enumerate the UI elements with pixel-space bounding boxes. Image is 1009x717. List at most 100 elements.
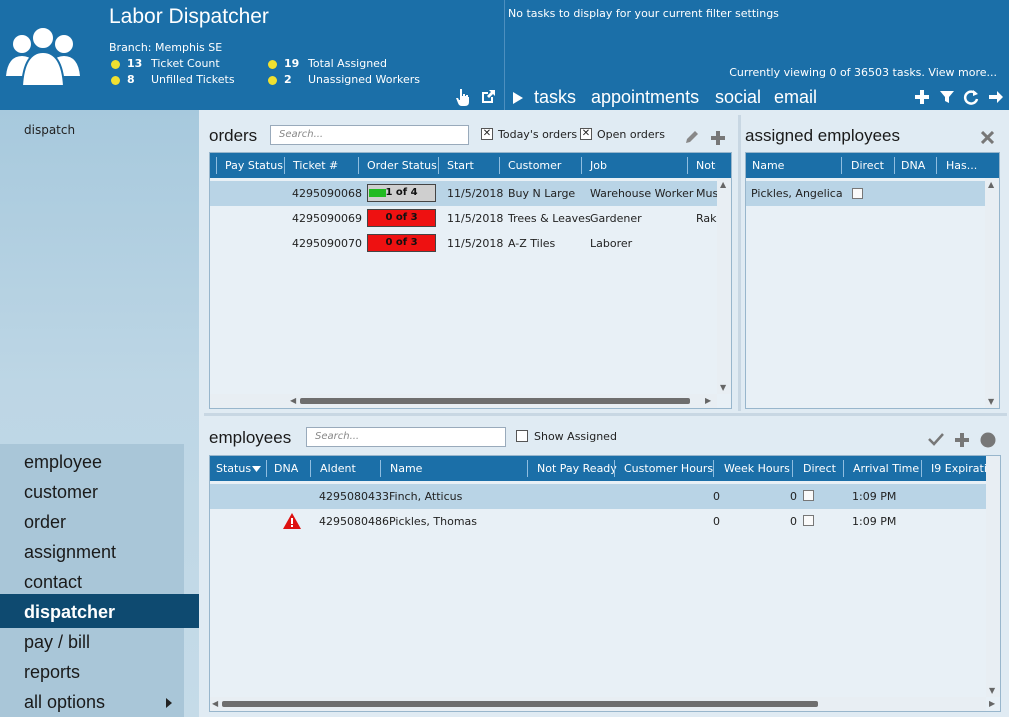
- employees-horizontal-scrollbar[interactable]: ◀: [210, 697, 986, 711]
- col-ticket[interactable]: Ticket #: [293, 159, 338, 172]
- column-divider: [358, 157, 359, 174]
- cell-start: 11/5/2018: [447, 212, 504, 225]
- employees-search-input[interactable]: Search...: [306, 427, 506, 447]
- section-divider: [204, 413, 1007, 416]
- col-dna[interactable]: DNA: [901, 159, 925, 172]
- sidebar-link-dispatch[interactable]: dispatch: [24, 123, 75, 137]
- nav-item-order[interactable]: order: [24, 512, 66, 533]
- orders-vertical-scrollbar[interactable]: ▲ ▼: [717, 178, 731, 394]
- table-row[interactable]: 4295080486 Pickles, Thomas 0 0 1:09 PM: [210, 509, 986, 534]
- scroll-left-icon[interactable]: ◀: [212, 699, 218, 708]
- add-order-icon[interactable]: [711, 131, 725, 145]
- view-more-link[interactable]: Currently viewing 0 of 36503 tasks. View…: [729, 66, 997, 79]
- nav-item-reports[interactable]: reports: [24, 662, 80, 683]
- direct-checkbox[interactable]: [803, 515, 814, 526]
- scroll-right-icon[interactable]: ▶: [705, 396, 711, 405]
- col-aident[interactable]: AIdent: [320, 462, 356, 475]
- direct-checkbox[interactable]: [803, 490, 814, 501]
- col-status[interactable]: Status: [216, 462, 251, 475]
- add-employee-icon[interactable]: [955, 433, 969, 447]
- scroll-up-icon[interactable]: ▲: [988, 180, 994, 189]
- employees-table-header: Status DNA AIdent Name Not Pay Ready Cus…: [210, 456, 986, 481]
- nav-item-customer[interactable]: customer: [24, 482, 98, 503]
- scroll-down-icon[interactable]: ▼: [989, 686, 995, 695]
- tab-social[interactable]: social: [715, 87, 761, 108]
- orders-horizontal-scrollbar[interactable]: ◀ ▶: [210, 394, 717, 408]
- tab-appointments[interactable]: appointments: [591, 87, 699, 108]
- employees-vertical-scrollbar[interactable]: ▼: [986, 456, 1000, 697]
- col-job[interactable]: Job: [590, 159, 607, 172]
- nav-item-assignment[interactable]: assignment: [24, 542, 116, 563]
- table-row[interactable]: 4295090069 0 of 3 11/5/2018 Trees & Leav…: [210, 206, 727, 231]
- col-i9-expiration[interactable]: I9 Expiration: [931, 462, 986, 475]
- col-order-status[interactable]: Order Status: [367, 159, 437, 172]
- chevron-right-icon[interactable]: [165, 698, 173, 708]
- nav-item-pay-bill[interactable]: pay / bill: [24, 632, 90, 653]
- column-divider: [266, 460, 267, 477]
- pointer-hand-icon[interactable]: [456, 88, 470, 106]
- status-dot-icon: [111, 60, 120, 69]
- column-divider: [284, 157, 285, 174]
- todays-orders-checkbox[interactable]: ✕: [481, 128, 493, 140]
- scroll-left-icon[interactable]: ◀: [290, 396, 296, 405]
- show-assigned-checkbox[interactable]: [516, 430, 528, 442]
- filter-icon[interactable]: [939, 89, 955, 105]
- scroll-up-icon[interactable]: ▲: [720, 180, 726, 189]
- order-status-badge: 0 of 3: [367, 209, 436, 227]
- nav-item-employee[interactable]: employee: [24, 452, 102, 473]
- app-title: Labor Dispatcher: [109, 5, 269, 28]
- col-name[interactable]: Name: [390, 462, 422, 475]
- scroll-right-icon[interactable]: ▶: [989, 699, 995, 708]
- assigned-vertical-scrollbar[interactable]: ▲ ▼: [985, 178, 999, 408]
- scroll-thumb[interactable]: [222, 701, 818, 707]
- column-divider: [527, 460, 528, 477]
- arrow-right-icon[interactable]: [988, 89, 1004, 105]
- stat-unfilled-tickets: 8 Unfilled Tickets: [111, 73, 261, 87]
- nav-item-dispatcher[interactable]: dispatcher: [24, 602, 115, 623]
- scroll-down-icon[interactable]: ▼: [720, 383, 726, 392]
- col-start[interactable]: Start: [447, 159, 474, 172]
- table-row[interactable]: 4295080433 Finch, Atticus 0 0 1:09 PM: [210, 484, 986, 509]
- cell-job: Warehouse Worker: [590, 187, 694, 200]
- col-week-hours[interactable]: Week Hours: [724, 462, 790, 475]
- play-icon[interactable]: [512, 91, 524, 105]
- sort-down-icon[interactable]: [252, 466, 261, 472]
- cell-job: Gardener: [590, 212, 642, 225]
- scroll-down-icon[interactable]: ▼: [988, 397, 994, 406]
- cell-start: 11/5/2018: [447, 237, 504, 250]
- cell-arrival-time: 1:09 PM: [852, 490, 897, 503]
- edit-pencil-icon[interactable]: [684, 129, 700, 145]
- tab-tasks[interactable]: tasks: [534, 87, 576, 108]
- col-has[interactable]: Has...: [946, 159, 977, 172]
- orders-search-input[interactable]: Search...: [270, 125, 469, 145]
- table-row[interactable]: Pickles, Angelica: [746, 181, 985, 206]
- col-notes[interactable]: Notes: [696, 159, 716, 172]
- col-customer-hours[interactable]: Customer Hours: [624, 462, 713, 475]
- col-not-pay-ready[interactable]: Not Pay Ready: [537, 462, 617, 475]
- close-icon[interactable]: [981, 131, 994, 144]
- tab-email[interactable]: email: [774, 87, 817, 108]
- add-icon[interactable]: [914, 89, 930, 105]
- refresh-icon[interactable]: [963, 89, 979, 105]
- column-divider: [894, 157, 895, 174]
- stat-total-assigned: 19 Total Assigned: [268, 57, 438, 71]
- employees-title: employees: [209, 428, 292, 447]
- open-orders-checkbox[interactable]: ✕: [580, 128, 592, 140]
- col-dna[interactable]: DNA: [274, 462, 298, 475]
- col-name[interactable]: Name: [752, 159, 784, 172]
- circle-icon[interactable]: [980, 432, 996, 448]
- column-divider: [380, 460, 381, 477]
- col-customer[interactable]: Customer: [508, 159, 561, 172]
- popout-icon[interactable]: [480, 89, 496, 105]
- checkmark-icon[interactable]: [928, 432, 944, 446]
- col-arrival-time[interactable]: Arrival Time: [853, 462, 919, 475]
- col-pay-status[interactable]: Pay Status: [225, 159, 283, 172]
- table-row[interactable]: 4295090070 0 of 3 11/5/2018 A-Z Tiles La…: [210, 231, 717, 256]
- col-direct[interactable]: Direct: [803, 462, 836, 475]
- table-row[interactable]: 4295090068 1 of 4 11/5/2018 Buy N Large …: [210, 181, 723, 206]
- scroll-thumb[interactable]: [300, 398, 690, 404]
- nav-item-contact[interactable]: contact: [24, 572, 82, 593]
- col-direct[interactable]: Direct: [851, 159, 884, 172]
- direct-checkbox[interactable]: [852, 188, 863, 199]
- nav-item-all-options[interactable]: all options: [24, 692, 105, 713]
